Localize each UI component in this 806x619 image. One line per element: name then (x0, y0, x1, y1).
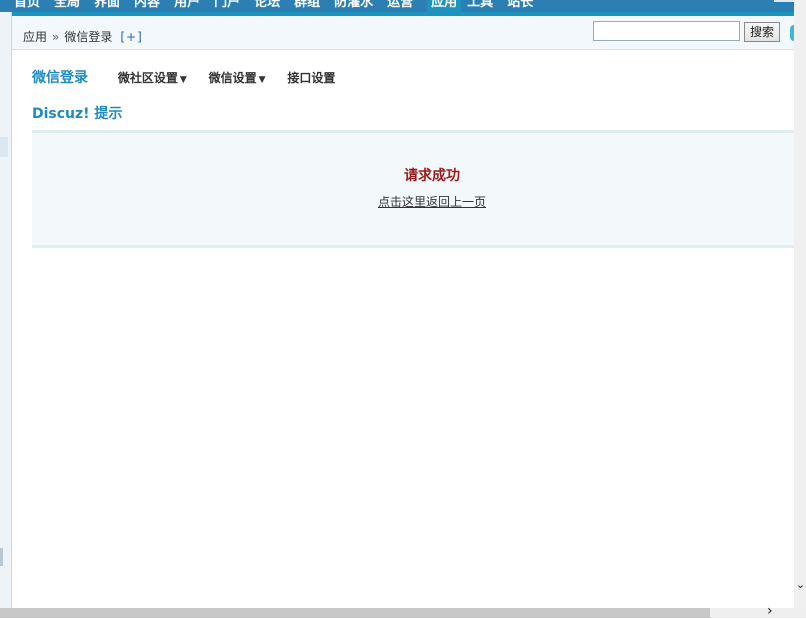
message-box: 请求成功 点击这里返回上一页 (32, 130, 794, 248)
back-link[interactable]: 点击这里返回上一页 (32, 193, 806, 210)
top-nav-item-operation[interactable]: 运营 (387, 0, 413, 10)
sub-nav: 微信登录 微社区设置 ▼ 微信设置 ▼ 接口设置 (32, 67, 353, 87)
left-rail-marker (0, 137, 8, 157)
scroll-right-arrow-icon[interactable]: › (767, 604, 777, 618)
top-nav-items: 首页 全局 界面 内容 用户 门户 论坛 群组 防灌水 运营 应用 工具 站长 (14, 0, 547, 12)
breadcrumb-current: 微信登录 (64, 30, 113, 44)
top-nav-item-apps[interactable]: 应用 (427, 0, 462, 12)
top-nav-item-tools[interactable]: 工具 (467, 0, 493, 10)
top-nav-item-group[interactable]: 群组 (294, 0, 320, 10)
breadcrumb-separator: » (52, 30, 60, 44)
search-input[interactable] (593, 21, 740, 41)
horizontal-scrollbar[interactable] (0, 608, 806, 618)
header-bar: 应用 » 微信登录 [+] 搜索 (12, 16, 800, 50)
subnav-item-wechat-settings[interactable]: 微信设置 ▼ (209, 69, 266, 86)
add-shortcut-button[interactable]: [+] (120, 30, 142, 44)
top-nav: 首页 全局 界面 内容 用户 门户 论坛 群组 防灌水 运营 应用 工具 站长 (0, 0, 806, 12)
message-text: 请求成功 (404, 168, 460, 184)
top-nav-item-global[interactable]: 全局 (54, 0, 80, 10)
tip-title: Discuz! 提示 (32, 106, 123, 122)
vertical-scrollbar[interactable] (794, 0, 806, 608)
subnav-item-api-settings[interactable]: 接口设置 (287, 69, 335, 86)
caret-down-icon: ▼ (179, 75, 187, 85)
subnav-item-label: 微信设置 (208, 71, 257, 85)
subnav-item-label: 接口设置 (287, 71, 336, 85)
top-nav-item-style[interactable]: 界面 (94, 0, 120, 10)
breadcrumb: 应用 » 微信登录 [+] (23, 28, 143, 45)
breadcrumb-root[interactable]: 应用 (23, 30, 47, 44)
top-nav-item-users[interactable]: 用户 (174, 0, 200, 10)
subnav-item-community-settings[interactable]: 微社区设置 ▼ (118, 69, 187, 86)
left-rail (0, 0, 12, 618)
subnav-item-label: 微社区设置 (117, 71, 178, 85)
horizontal-scrollbar-thumb[interactable] (710, 608, 806, 618)
top-nav-right-edge (774, 0, 794, 2)
plugin-title: 微信登录 (32, 70, 88, 86)
top-nav-item-forum[interactable]: 论坛 (254, 0, 280, 10)
search-button[interactable]: 搜索 (744, 22, 780, 42)
scroll-down-arrow-icon[interactable]: ⌄ (795, 578, 806, 592)
top-nav-item-antispam[interactable]: 防灌水 (334, 0, 373, 10)
top-nav-item-content[interactable]: 内容 (134, 0, 160, 10)
top-nav-item-home[interactable]: 首页 (14, 0, 40, 10)
top-nav-item-admin[interactable]: 站长 (507, 0, 533, 10)
top-nav-item-portal[interactable]: 门户 (214, 0, 240, 10)
left-rail-marker-bottom (0, 548, 3, 566)
caret-down-icon: ▼ (258, 75, 266, 85)
